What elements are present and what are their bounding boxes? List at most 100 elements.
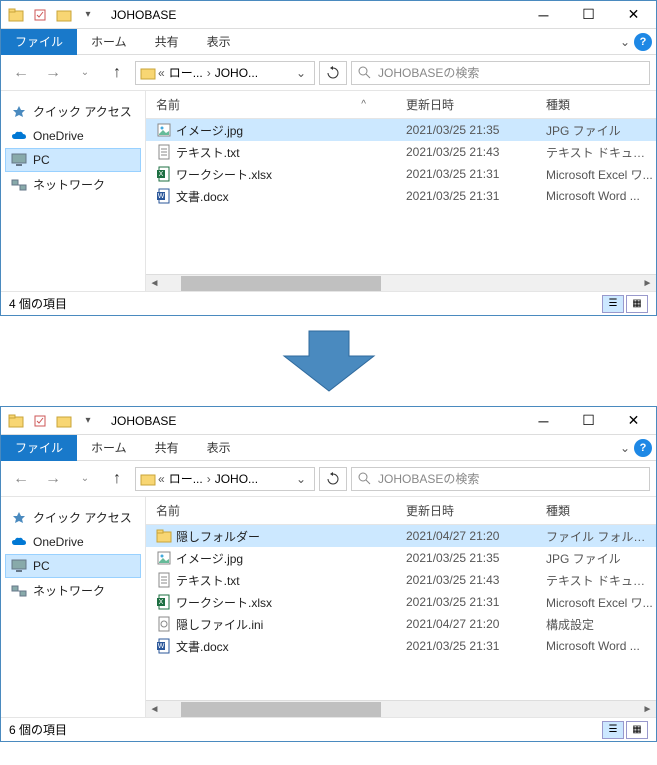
folder-icon (5, 410, 27, 432)
tab-home[interactable]: ホーム (77, 435, 141, 461)
file-row[interactable]: テキスト.txt2021/03/25 21:43テキスト ドキュメント (146, 569, 656, 591)
breadcrumb-root[interactable]: ロー... (167, 64, 205, 81)
up-button[interactable]: ↑ (103, 60, 131, 86)
tab-view[interactable]: 表示 (193, 29, 245, 55)
tab-home[interactable]: ホーム (77, 29, 141, 55)
h-scrollbar[interactable]: ◄ ► (146, 700, 656, 717)
sidebar-item-onedrive[interactable]: OneDrive (5, 530, 141, 554)
ini-icon (156, 616, 172, 632)
status-bar: 4 個の項目 ☰ ▦ (1, 291, 656, 315)
file-type: テキスト ドキュメント (546, 572, 656, 589)
col-date[interactable]: 更新日時 (406, 502, 546, 519)
view-details-icon[interactable]: ☰ (602, 721, 624, 739)
help-icon[interactable]: ? (634, 439, 652, 457)
recent-dropdown[interactable]: ⌄ (71, 466, 99, 492)
minimize-button[interactable]: ─ (521, 407, 566, 435)
close-button[interactable]: ✕ (611, 407, 656, 435)
explorer-window-before: ▾ JOHOBASE ─ ☐ ✕ ファイル ホーム 共有 表示 ⌄ ? ← → … (0, 0, 657, 316)
view-large-icon[interactable]: ▦ (626, 721, 648, 739)
file-row[interactable]: Xワークシート.xlsx2021/03/25 21:31Microsoft Ex… (146, 591, 656, 613)
maximize-button[interactable]: ☐ (566, 1, 611, 29)
scroll-right-icon[interactable]: ► (639, 704, 656, 715)
help-icon[interactable]: ? (634, 33, 652, 51)
file-date: 2021/03/25 21:31 (406, 189, 546, 203)
tab-share[interactable]: 共有 (141, 435, 193, 461)
file-row[interactable]: W文書.docx2021/03/25 21:31Microsoft Word .… (146, 185, 656, 207)
sort-caret-icon: ^ (361, 99, 406, 110)
sidebar-item-network[interactable]: ネットワーク (5, 172, 141, 197)
titlebar[interactable]: ▾ JOHOBASE ─ ☐ ✕ (1, 407, 656, 435)
address-dropdown-icon[interactable]: ⌄ (292, 472, 310, 486)
h-scrollbar[interactable]: ◄ ► (146, 274, 656, 291)
file-type: Microsoft Excel ワ... (546, 166, 656, 183)
chevron-right-icon[interactable]: › (205, 472, 213, 486)
ribbon-expand-icon[interactable]: ⌄ (620, 35, 630, 49)
search-input[interactable]: JOHOBASEの検索 (351, 61, 650, 85)
col-type[interactable]: 種類 (546, 502, 656, 519)
explorer-window-after: ▾ JOHOBASE ─ ☐ ✕ ファイル ホーム 共有 表示 ⌄ ? ← → … (0, 406, 657, 742)
chevron-right-icon[interactable]: › (205, 66, 213, 80)
qat-dropdown-icon[interactable]: ▾ (77, 4, 99, 26)
properties-icon[interactable] (29, 410, 51, 432)
maximize-button[interactable]: ☐ (566, 407, 611, 435)
properties-icon[interactable] (29, 4, 51, 26)
scroll-left-icon[interactable]: ◄ (146, 278, 163, 289)
minimize-button[interactable]: ─ (521, 1, 566, 29)
tab-file[interactable]: ファイル (1, 435, 77, 461)
breadcrumb-current[interactable]: JOHO... (213, 66, 260, 80)
col-name[interactable]: 名前^ (146, 96, 406, 113)
sidebar-item-quick-access[interactable]: クイック アクセス (5, 505, 141, 530)
sidebar-item-label: OneDrive (33, 535, 84, 549)
sidebar-item-pc[interactable]: PC (5, 554, 141, 578)
close-button[interactable]: ✕ (611, 1, 656, 29)
tab-view[interactable]: 表示 (193, 435, 245, 461)
tab-file[interactable]: ファイル (1, 29, 77, 55)
address-dropdown-icon[interactable]: ⌄ (292, 66, 310, 80)
file-row[interactable]: イメージ.jpg2021/03/25 21:35JPG ファイル (146, 119, 656, 141)
file-row[interactable]: 隠しファイル.ini2021/04/27 21:20構成設定 (146, 613, 656, 635)
scroll-right-icon[interactable]: ► (639, 278, 656, 289)
col-type[interactable]: 種類 (546, 96, 656, 113)
search-input[interactable]: JOHOBASEの検索 (351, 467, 650, 491)
refresh-button[interactable] (319, 467, 347, 491)
qat-dropdown-icon[interactable]: ▾ (77, 410, 99, 432)
window-title: JOHOBASE (111, 414, 521, 428)
scroll-left-icon[interactable]: ◄ (146, 704, 163, 715)
forward-button[interactable]: → (39, 60, 67, 86)
file-row[interactable]: テキスト.txt2021/03/25 21:43テキスト ドキュメント (146, 141, 656, 163)
new-folder-icon[interactable] (53, 4, 75, 26)
sidebar-item-pc[interactable]: PC (5, 148, 141, 172)
file-row[interactable]: イメージ.jpg2021/03/25 21:35JPG ファイル (146, 547, 656, 569)
up-button[interactable]: ↑ (103, 466, 131, 492)
forward-button[interactable]: → (39, 466, 67, 492)
sidebar-item-network[interactable]: ネットワーク (5, 578, 141, 603)
refresh-button[interactable] (319, 61, 347, 85)
file-row[interactable]: W文書.docx2021/03/25 21:31Microsoft Word .… (146, 635, 656, 657)
back-button[interactable]: ← (7, 60, 35, 86)
address-bar[interactable]: « ロー... › JOHO... ⌄ (135, 61, 315, 85)
sidebar-item-onedrive[interactable]: OneDrive (5, 124, 141, 148)
tab-share[interactable]: 共有 (141, 29, 193, 55)
new-folder-icon[interactable] (53, 410, 75, 432)
scroll-thumb[interactable] (181, 276, 381, 291)
back-button[interactable]: ← (7, 466, 35, 492)
recent-dropdown[interactable]: ⌄ (71, 60, 99, 86)
titlebar[interactable]: ▾ JOHOBASE ─ ☐ ✕ (1, 1, 656, 29)
scroll-thumb[interactable] (181, 702, 381, 717)
arrow-down-graphic (0, 316, 657, 406)
address-bar[interactable]: « ロー... › JOHO... ⌄ (135, 467, 315, 491)
view-large-icon[interactable]: ▦ (626, 295, 648, 313)
view-details-icon[interactable]: ☰ (602, 295, 624, 313)
breadcrumb-current[interactable]: JOHO... (213, 472, 260, 486)
doc-icon: W (156, 638, 172, 654)
sidebar-item-quick-access[interactable]: クイック アクセス (5, 99, 141, 124)
file-row[interactable]: Xワークシート.xlsx2021/03/25 21:31Microsoft Ex… (146, 163, 656, 185)
breadcrumb-root[interactable]: ロー... (167, 470, 205, 487)
col-date[interactable]: 更新日時 (406, 96, 546, 113)
file-name: 文書.docx (176, 638, 229, 655)
col-name[interactable]: 名前 (146, 502, 406, 519)
ribbon-expand-icon[interactable]: ⌄ (620, 441, 630, 455)
nav-bar: ← → ⌄ ↑ « ロー... › JOHO... ⌄ JOHOBASEの検索 (1, 461, 656, 497)
file-row[interactable]: 隠しフォルダー2021/04/27 21:20ファイル フォルダー (146, 525, 656, 547)
file-name: テキスト.txt (176, 572, 240, 589)
